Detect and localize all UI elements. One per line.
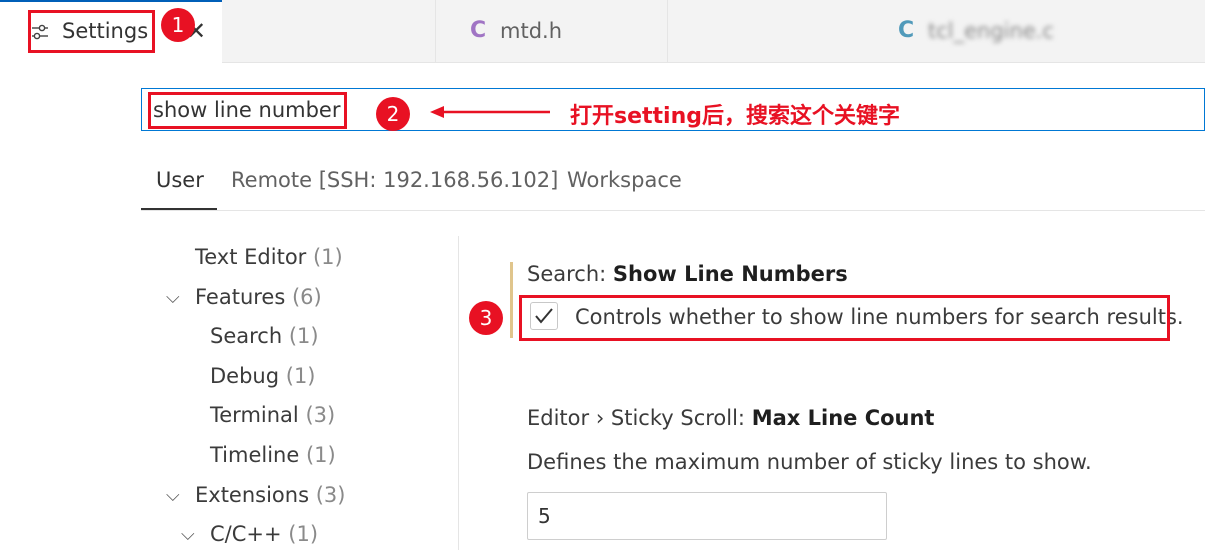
toc-item-text-editor[interactable]: Text Editor (1)	[195, 245, 343, 269]
annotation-box-search	[148, 92, 347, 129]
tab-workspace[interactable]: Workspace	[567, 168, 682, 192]
toc-item-extensions[interactable]: Extensions (3)	[195, 483, 345, 507]
modified-setting-indicator	[510, 262, 513, 338]
toc-item-search[interactable]: Search (1)	[210, 324, 319, 348]
tab-c-file[interactable]: C tcl_engine.c	[436, 0, 1054, 62]
tab-c-file-label: tcl_engine.c	[928, 19, 1054, 43]
setting-category: Editor › Sticky Scroll:	[527, 406, 752, 430]
setting-name: Max Line Count	[751, 406, 935, 430]
toc-divider	[458, 236, 459, 550]
tab-remote[interactable]: Remote [SSH: 192.168.56.102]	[231, 168, 558, 192]
toc-item-debug[interactable]: Debug (1)	[210, 364, 316, 388]
active-tab-underline	[141, 208, 217, 210]
chevron-down-icon[interactable]: ⌵	[181, 524, 195, 545]
toc-item-c-cpp[interactable]: C/C++ (1)	[210, 522, 318, 546]
toc-label: Search	[210, 324, 283, 348]
toc-label: Extensions	[195, 483, 310, 507]
toc-count: (6)	[291, 285, 322, 309]
toc-label: Terminal	[210, 403, 299, 427]
toc-count: (3)	[305, 403, 336, 427]
annotation-badge-1: 1	[161, 8, 195, 42]
toc-label: Features	[195, 285, 286, 309]
annotation-box-settings-tab	[28, 10, 155, 53]
chevron-down-icon[interactable]: ⌵	[166, 287, 180, 308]
toc-item-timeline[interactable]: Timeline (1)	[210, 443, 336, 467]
annotation-arrow-icon	[430, 106, 550, 118]
toc-item-features[interactable]: Features (6)	[195, 285, 322, 309]
toc-label: Debug	[210, 364, 280, 388]
setting-category: Search:	[527, 262, 613, 286]
tab-user[interactable]: User	[156, 168, 204, 192]
toc-count: (3)	[315, 483, 346, 507]
c-file-icon: C	[898, 18, 915, 43]
toc-count: (1)	[312, 245, 343, 269]
toc-label: Text Editor	[195, 245, 307, 269]
setting-title-max-line-count: Editor › Sticky Scroll: Max Line Count	[527, 406, 934, 430]
annotation-badge-2: 2	[376, 97, 410, 131]
scope-tabs: User Remote [SSH: 192.168.56.102] Worksp…	[141, 160, 1205, 211]
toc-count: (1)	[288, 324, 319, 348]
annotation-note: 打开setting后，搜索这个关键字	[570, 104, 901, 129]
toc-label: C/C++	[210, 522, 282, 546]
annotation-box-checkbox-setting	[519, 295, 1170, 341]
toc-label: Timeline	[210, 443, 300, 467]
toc-count: (1)	[305, 443, 336, 467]
toc-count: (1)	[285, 364, 316, 388]
max-line-count-input[interactable]	[527, 492, 887, 540]
settings-editor: Settings ✕ C mtd.h C tcl_engine.c 1 2 打开…	[0, 0, 1205, 550]
setting-name: Show Line Numbers	[612, 262, 848, 286]
setting-description-max-line-count: Defines the maximum number of sticky lin…	[527, 450, 1092, 474]
setting-title-show-line-numbers: Search: Show Line Numbers	[527, 262, 848, 286]
toc-count: (1)	[288, 522, 319, 546]
toc-item-terminal[interactable]: Terminal (3)	[210, 403, 335, 427]
annotation-badge-3: 3	[469, 301, 503, 335]
tab-mtd-h[interactable]: C mtd.h	[222, 0, 562, 62]
chevron-down-icon[interactable]: ⌵	[166, 485, 180, 506]
